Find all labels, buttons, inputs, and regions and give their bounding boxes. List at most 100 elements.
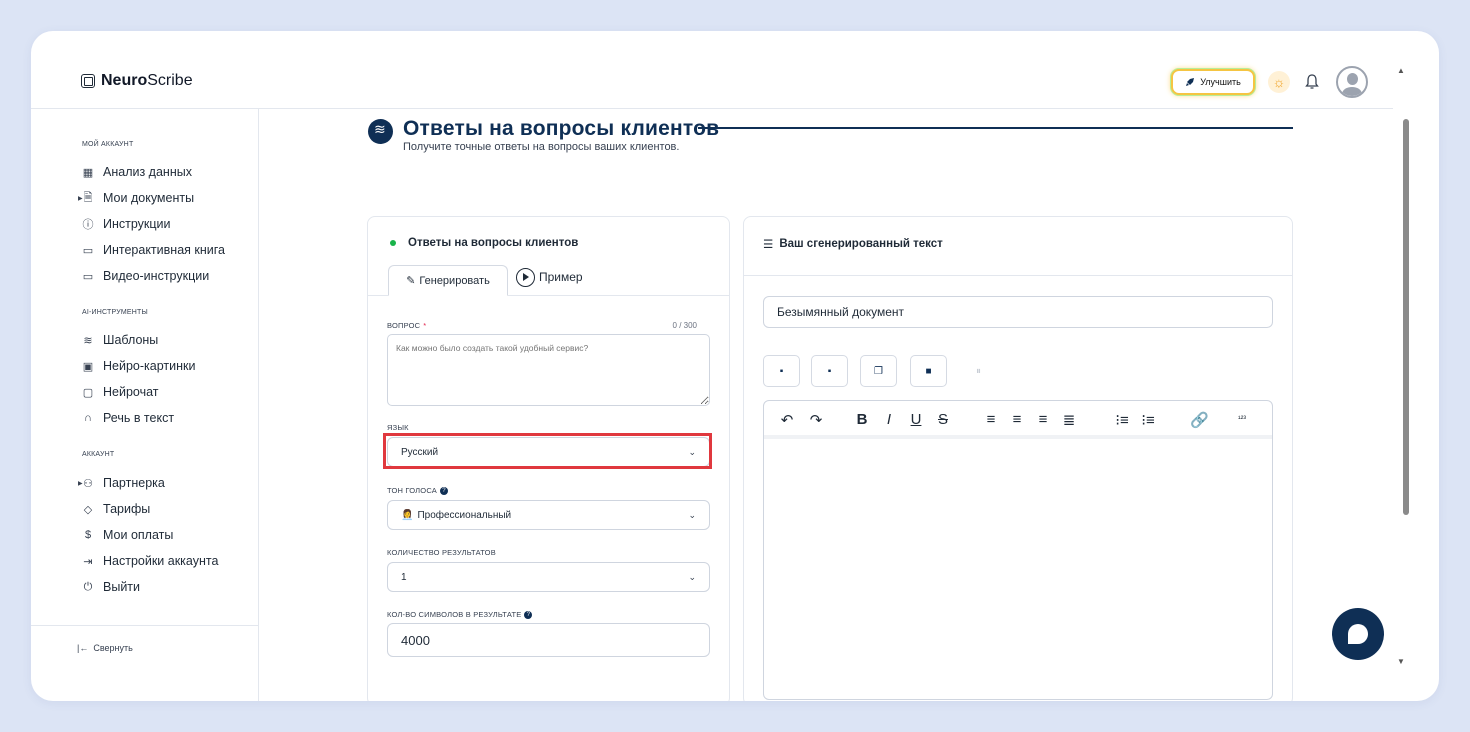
brand-logo[interactable]: NeuroScribe <box>81 72 193 90</box>
section-my-account: МОЙ АККАУНТ <box>82 141 134 148</box>
app-window: NeuroScribe Улучшить ☼ МОЙ АККАУНТ ▦ Ана… <box>31 31 1439 701</box>
align-left-icon[interactable]: ≡ <box>982 411 1000 428</box>
sidebar-item-payments[interactable]: $ Мои оплаты <box>82 526 173 544</box>
headphones-icon: ∩ <box>84 412 92 424</box>
sidebar-item-label: Нейро-картинки <box>103 359 196 373</box>
italic-icon[interactable]: I <box>880 411 898 428</box>
sidebar-item-label: Видео-инструкции <box>103 269 210 283</box>
question-char-counter: 0 / 300 <box>672 321 697 330</box>
export-pdf-button[interactable]: ▪ <box>811 355 848 387</box>
info-icon[interactable]: ? <box>524 610 533 619</box>
user-avatar[interactable] <box>1336 66 1368 98</box>
play-circle-icon <box>516 267 535 287</box>
collapse-sidebar-button[interactable]: |← Свернуть <box>77 643 133 653</box>
sidebar-item-label: Шаблоны <box>103 333 159 347</box>
rich-text-editor[interactable]: ↶ ↷ B I U S ≡ ≡ ≡ ≣ ⁝≡ ⁝≡ 🔗 ¹²³ <box>763 400 1273 700</box>
question-label-text: ВОПРОС <box>387 321 421 330</box>
sidebar-item-label: Мои документы <box>103 191 195 205</box>
save-button[interactable]: ■ <box>910 355 947 387</box>
export-word-button[interactable]: ▪ <box>763 355 800 387</box>
sidebar-item-templates[interactable]: ≋ Шаблоны <box>82 331 158 349</box>
sidebar-item-label: Интерактивная книга <box>103 243 225 257</box>
undo-icon[interactable]: ↶ <box>778 411 796 429</box>
tab-generate-label: Генерировать <box>419 274 490 287</box>
redo-icon[interactable]: ↷ <box>807 411 825 429</box>
sidebar-item-speech-to-text[interactable]: ∩ Речь в текст <box>82 409 174 427</box>
status-dot <box>390 240 396 246</box>
sidebar-item-neurochat[interactable]: ▢ Нейрочат <box>82 383 159 401</box>
question-label: ВОПРОС * <box>387 321 426 330</box>
document-name-input[interactable]: Безымянный документ <box>763 296 1273 328</box>
chars-count-label: КОЛ-ВО СИМВОЛОВ В РЕЗУЛЬТАТЕ ? <box>387 610 533 619</box>
scroll-up-icon[interactable]: ▲ <box>1397 66 1405 75</box>
sidebar-item-tariffs[interactable]: ◇ Тарифы <box>82 500 150 518</box>
layers-icon: ≋ <box>83 334 93 347</box>
sidebar: МОЙ АККАУНТ ▦ Анализ данных ▶ 🗎 Мои доку… <box>31 109 259 701</box>
sidebar-item-label: Мои оплаты <box>103 528 174 542</box>
results-count-select[interactable]: 1 ⌄ <box>387 562 710 592</box>
theme-toggle-sun-icon[interactable]: ☼ <box>1268 71 1290 93</box>
chat-widget-button[interactable] <box>1332 608 1384 660</box>
scrollbar-thumb[interactable] <box>1403 119 1409 515</box>
power-icon: ⏻ <box>83 580 93 593</box>
tab-generate[interactable]: ✎ Генерировать <box>388 265 508 296</box>
sidebar-item-instructions[interactable]: ⓘ Инструкции <box>82 215 171 233</box>
link-icon[interactable]: 🔗 <box>1190 411 1209 429</box>
tab-example[interactable]: Пример <box>516 266 583 288</box>
question-input[interactable] <box>387 334 710 406</box>
sidebar-item-video-instructions[interactable]: ▭ Видео-инструкции <box>82 267 209 285</box>
caret-right-icon: ▶ <box>78 480 83 487</box>
sidebar-item-label: Партнерка <box>103 476 165 490</box>
section-ai-tools: AI-ИНСТРУМЕНТЫ <box>82 309 148 316</box>
pause-button[interactable]: ⏸ <box>960 355 997 387</box>
brand-bold: Neuro <box>101 72 148 89</box>
section-account: АККАУНТ <box>82 451 115 458</box>
page-scrollbar[interactable]: ▲ ▼ <box>1393 61 1409 671</box>
rocket-icon <box>1186 78 1195 86</box>
sidebar-item-account-settings[interactable]: ⇥ Настройки аккаунта <box>82 552 218 570</box>
brand-light: Scribe <box>147 72 193 89</box>
file-icon: ▪ <box>827 365 832 377</box>
save-icon: ■ <box>925 365 932 377</box>
caret-right-icon: ▶ <box>78 195 83 202</box>
align-center-icon[interactable]: ≡ <box>1008 411 1026 428</box>
bullet-list-icon[interactable]: ⁝≡ <box>1139 411 1157 429</box>
sidebar-item-interactive-book[interactable]: ▭ Интерактивная книга <box>82 241 225 259</box>
sidebar-item-data-analysis[interactable]: ▦ Анализ данных <box>82 163 192 181</box>
copy-button[interactable]: ❐ <box>860 355 897 387</box>
align-justify-icon[interactable]: ≣ <box>1060 411 1078 429</box>
chars-count-input[interactable]: 4000 <box>387 623 710 657</box>
output-card-title: ☰ Ваш сгенерированный текст <box>763 237 943 251</box>
bold-icon[interactable]: B <box>853 411 871 428</box>
info-icon[interactable]: ? <box>439 486 448 495</box>
tag-icon: ◇ <box>83 503 93 516</box>
page-title: Ответы на вопросы клиентов <box>403 117 720 140</box>
bell-icon[interactable] <box>1303 73 1321 91</box>
sidebar-item-label: Выйти <box>103 580 141 594</box>
form-card-title: Ответы на вопросы клиентов <box>390 237 578 249</box>
sidebar-item-my-documents[interactable]: ▶ 🗎 Мои документы <box>78 189 195 207</box>
tone-label-text: ТОН ГОЛОСА <box>387 486 437 495</box>
book-icon: ▭ <box>82 244 94 257</box>
chars-count-label-text: КОЛ-ВО СИМВОЛОВ В РЕЗУЛЬТАТЕ <box>387 610 522 619</box>
scroll-down-icon[interactable]: ▼ <box>1397 657 1405 666</box>
pencil-icon: ✎ <box>406 275 416 287</box>
editor-toolbar: ↶ ↷ B I U S ≡ ≡ ≡ ≣ ⁝≡ ⁝≡ 🔗 ¹²³ <box>764 401 1272 439</box>
tone-select[interactable]: 👩‍💼 Профессиональный ⌄ <box>387 500 710 530</box>
sidebar-item-logout[interactable]: ⏻ Выйти <box>82 578 140 596</box>
align-right-icon[interactable]: ≡ <box>1034 411 1052 428</box>
copy-icon: ❐ <box>874 365 883 377</box>
sidebar-item-partner[interactable]: ▶ ⚇ Партнерка <box>78 474 165 492</box>
businesswoman-icon: 👩‍💼 <box>401 509 414 521</box>
underline-icon[interactable]: U <box>907 411 925 428</box>
video-icon: ▭ <box>82 270 94 283</box>
sidebar-item-label: Анализ данных <box>103 165 192 179</box>
login-icon: ⇥ <box>83 555 93 568</box>
sidebar-item-neuro-images[interactable]: ▣ Нейро-картинки <box>82 357 196 375</box>
strikethrough-icon[interactable]: S <box>934 411 952 428</box>
word-count-icon[interactable]: ¹²³ <box>1233 414 1251 423</box>
upgrade-button[interactable]: Улучшить <box>1171 69 1255 95</box>
ordered-list-icon[interactable]: ⁝≡ <box>1113 411 1131 429</box>
word-doc-icon: ▪ <box>779 365 784 377</box>
pause-icon: ⏸ <box>976 365 981 377</box>
